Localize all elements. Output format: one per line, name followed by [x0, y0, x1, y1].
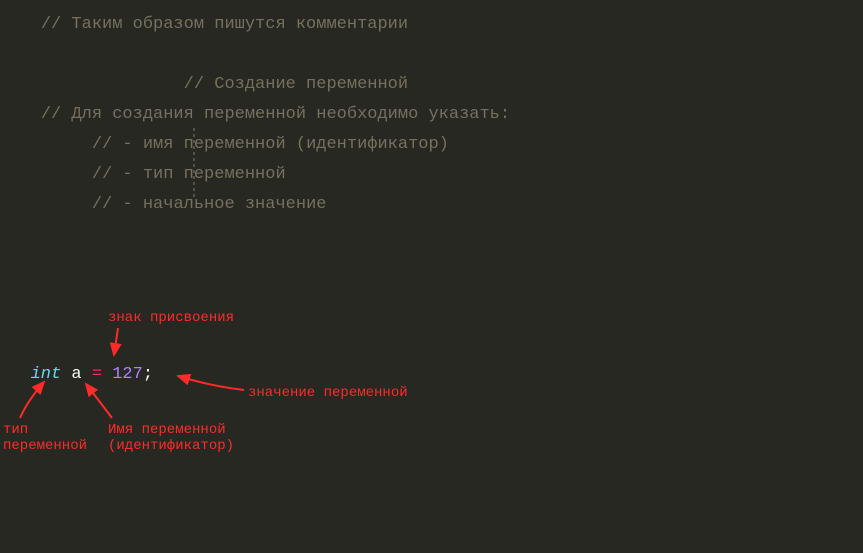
annotation-assign: знак присвоения — [108, 310, 234, 326]
assign-operator: = — [92, 365, 102, 384]
number-literal: 127 — [112, 365, 143, 384]
annotation-type-l1: тип — [3, 422, 28, 438]
annotation-value: значение переменной — [248, 385, 408, 401]
comment-line-3: // Для создания переменной необходимо ук… — [41, 105, 510, 124]
arrow-assign-icon — [114, 328, 118, 355]
variable-declaration-line: int a = 127; — [0, 360, 153, 390]
annotation-type-l2: переменной — [3, 438, 87, 454]
comment-line-2: // Создание переменной — [184, 75, 408, 94]
identifier-a: a — [71, 365, 81, 384]
semicolon: ; — [143, 365, 153, 384]
comment-line-6: // - начальное значение — [92, 195, 327, 214]
annotation-name-l1: Имя переменной — [108, 422, 226, 438]
arrow-value-icon — [178, 376, 244, 390]
code-editor: // Таким образом пишутся комментарии // … — [0, 0, 20, 270]
keyword-int: int — [31, 365, 62, 384]
comment-line-1: // Таким образом пишутся комментарии — [41, 15, 408, 34]
annotation-name-l2: (идентификатор) — [108, 438, 234, 454]
comment-line-5: // - тип переменной — [92, 165, 286, 184]
comment-line-4: // - имя переменной (идентификатор) — [92, 135, 449, 154]
